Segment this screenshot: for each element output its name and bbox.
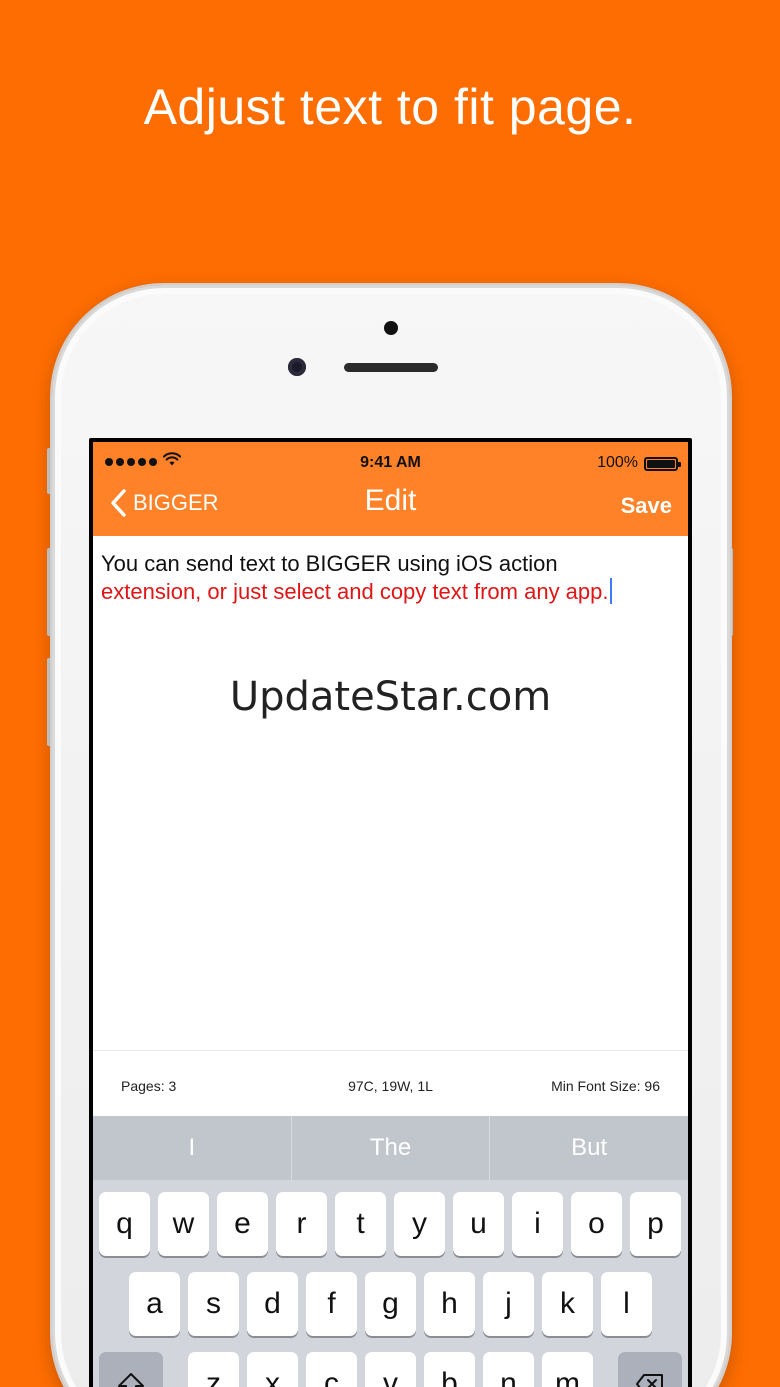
- delete-key[interactable]: [618, 1352, 682, 1387]
- suggestion-item[interactable]: I: [93, 1116, 292, 1180]
- shift-key[interactable]: [99, 1352, 163, 1387]
- keyboard: I The But q w e r t y u i o p a s d f g …: [93, 1116, 688, 1387]
- key-v[interactable]: v: [365, 1352, 416, 1387]
- key-w[interactable]: w: [158, 1192, 209, 1256]
- editor-line-selected: extension, or just select and copy text …: [101, 578, 681, 606]
- key-c[interactable]: c: [306, 1352, 357, 1387]
- stats-bar: Pages: 3 97C, 19W, 1L Min Font Size: 96: [93, 1050, 688, 1116]
- navigation-bar: 9:41 AM 100% BIGGER Edit Save: [93, 442, 688, 536]
- delete-icon: [636, 1374, 663, 1387]
- key-b[interactable]: b: [424, 1352, 475, 1387]
- editor-line: You can send text to BIGGER using iOS ac…: [101, 551, 558, 576]
- key-l[interactable]: l: [601, 1272, 652, 1336]
- editor-line-text: extension, or just select and copy text …: [101, 579, 609, 604]
- key-n[interactable]: n: [483, 1352, 534, 1387]
- headline: Adjust text to fit page.: [143, 79, 637, 135]
- key-s[interactable]: s: [188, 1272, 239, 1336]
- key-f[interactable]: f: [306, 1272, 357, 1336]
- suggestion-item[interactable]: The: [292, 1116, 491, 1180]
- key-d[interactable]: d: [247, 1272, 298, 1336]
- suggestion-item[interactable]: But: [490, 1116, 688, 1180]
- text-editor[interactable]: You can send text to BIGGER using iOS ac…: [101, 550, 681, 606]
- key-g[interactable]: g: [365, 1272, 416, 1336]
- key-i[interactable]: i: [512, 1192, 563, 1256]
- app-screen: 9:41 AM 100% BIGGER Edit Save You can se…: [93, 442, 688, 1387]
- key-m[interactable]: m: [542, 1352, 593, 1387]
- min-font-size: Min Font Size: 96: [551, 1078, 660, 1094]
- suggestion-bar: I The But: [93, 1116, 688, 1180]
- key-j[interactable]: j: [483, 1272, 534, 1336]
- page-title: Edit: [364, 484, 417, 517]
- save-button[interactable]: Save: [621, 493, 672, 519]
- key-e[interactable]: e: [217, 1192, 268, 1256]
- key-r[interactable]: r: [276, 1192, 327, 1256]
- status-bar: 9:41 AM 100%: [93, 450, 688, 476]
- key-y[interactable]: y: [394, 1192, 445, 1256]
- key-x[interactable]: x: [247, 1352, 298, 1387]
- battery-percent: 100%: [597, 454, 638, 471]
- key-a[interactable]: a: [129, 1272, 180, 1336]
- key-k[interactable]: k: [542, 1272, 593, 1336]
- front-camera-icon: [288, 358, 306, 376]
- key-o[interactable]: o: [571, 1192, 622, 1256]
- text-caret: [609, 578, 612, 604]
- key-h[interactable]: h: [424, 1272, 475, 1336]
- key-u[interactable]: u: [453, 1192, 504, 1256]
- key-q[interactable]: q: [99, 1192, 150, 1256]
- earpiece-speaker: [344, 363, 438, 372]
- key-z[interactable]: z: [188, 1352, 239, 1387]
- battery-icon: [644, 457, 681, 471]
- key-p[interactable]: p: [630, 1192, 681, 1256]
- shift-icon: [118, 1373, 144, 1387]
- key-t[interactable]: t: [335, 1192, 386, 1256]
- watermark: UpdateStar.com: [229, 674, 552, 720]
- proximity-sensor: [384, 321, 398, 335]
- phone-screen: 9:41 AM 100% BIGGER Edit Save You can se…: [89, 438, 692, 1387]
